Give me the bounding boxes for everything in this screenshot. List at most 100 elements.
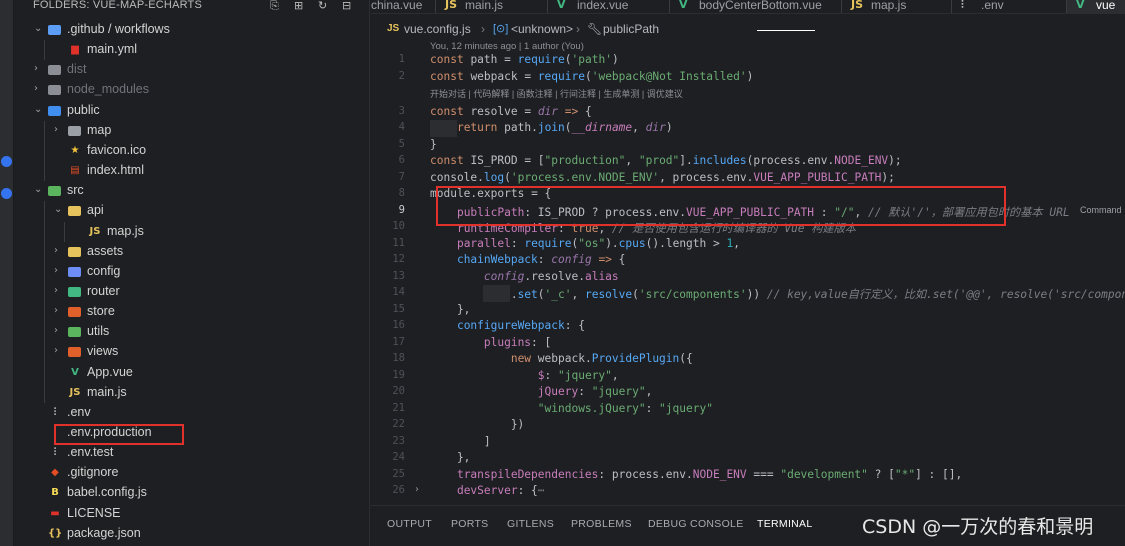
tab-6[interactable]: Vvue xyxy=(1066,0,1125,13)
source-control-badge-icon[interactable] xyxy=(1,156,12,167)
tree-folder[interactable]: › map xyxy=(14,121,370,141)
code-line[interactable]: 26 › devServer: {⋯ xyxy=(371,483,1125,500)
new-file-icon[interactable]: ⎘ xyxy=(270,0,279,13)
code-line[interactable]: 13 config.resolve.alias xyxy=(371,269,1125,286)
tree-item-label: .env xyxy=(67,404,91,419)
chevron-right-icon[interactable]: › xyxy=(54,305,58,316)
chevron-down-icon[interactable]: ⌄ xyxy=(54,204,62,215)
panel-tab-debug-console[interactable]: DEBUG CONSOLE xyxy=(648,518,744,530)
chevron-right-icon[interactable]: › xyxy=(54,265,58,276)
tree-folder[interactable]: ⌄ public xyxy=(14,101,370,121)
code-line[interactable]: 19 $: "jquery", xyxy=(371,368,1125,385)
chevron-right-icon[interactable]: › xyxy=(54,325,58,336)
chevron-down-icon[interactable]: ⌄ xyxy=(34,184,42,195)
tree-file[interactable]: ⫶ .env xyxy=(14,403,370,423)
breadcrumb-symbol2[interactable]: publicPath xyxy=(603,22,659,36)
tree-folder[interactable]: › views xyxy=(14,342,370,362)
code-line[interactable]: 14 .set('_c', resolve('src/components'))… xyxy=(371,285,1125,302)
tree-folder[interactable]: › node_modules xyxy=(14,80,370,100)
code-line[interactable]: 1 const path = require('path') xyxy=(371,52,1125,69)
tab-5[interactable]: ⫶ .env xyxy=(951,0,1066,13)
code-line[interactable]: 20 jQuery: "jquery", xyxy=(371,384,1125,401)
tab-label: china.vue xyxy=(371,0,423,12)
panel-tab-problems[interactable]: PROBLEMS xyxy=(571,518,632,530)
tree-file[interactable]: {} package.json xyxy=(14,524,370,544)
tree-folder[interactable]: › assets xyxy=(14,242,370,262)
tab-2[interactable]: Vindex.vue xyxy=(547,0,669,13)
tree-folder[interactable]: ⌄ api xyxy=(14,201,370,221)
tree-file[interactable]: ▤ index.html xyxy=(14,161,370,181)
code-text: } xyxy=(430,137,437,151)
breadcrumb-file[interactable]: vue.config.js xyxy=(404,22,471,36)
chevron-right-icon[interactable]: › xyxy=(34,63,38,74)
chevron-right-icon[interactable]: › xyxy=(54,124,58,135)
tree-folder[interactable]: ⌄ .github / workflows xyxy=(14,20,370,40)
breadcrumb-symbol1[interactable]: <unknown> xyxy=(511,22,573,36)
line-number: 15 xyxy=(392,302,405,315)
tree-file[interactable]: JS map.js xyxy=(14,222,370,242)
tree-folder[interactable]: › utils xyxy=(14,322,370,342)
code-line[interactable]: 7 console.log('process.env.NODE_ENV', pro… xyxy=(371,170,1125,187)
fold-chevron-icon[interactable]: › xyxy=(415,484,419,495)
tree-file[interactable]: ▆ main.yml xyxy=(14,40,370,60)
code-line[interactable]: 25 transpileDependencies: process.env.NO… xyxy=(371,467,1125,484)
code-line[interactable]: 16 configureWebpack: { xyxy=(371,318,1125,335)
folder-icon xyxy=(68,266,81,277)
refresh-icon[interactable]: ↻ xyxy=(318,0,327,12)
chevron-right-icon[interactable]: › xyxy=(34,83,38,94)
line-number: 19 xyxy=(392,368,405,381)
code-line[interactable]: 22 }) xyxy=(371,417,1125,434)
tree-file[interactable]: JS main.js xyxy=(14,383,370,403)
git-blame-info[interactable]: You, 12 minutes ago | 1 author (You) xyxy=(430,41,584,52)
tree-file[interactable]: ◆ .gitignore xyxy=(14,463,370,483)
code-editor[interactable]: 1 const path = require('path') 2 const webp… xyxy=(371,52,1125,504)
panel-tab-ports[interactable]: PORTS xyxy=(451,518,488,530)
new-folder-icon[interactable]: ⊞ xyxy=(294,0,303,12)
code-line[interactable]: 15 }, xyxy=(371,302,1125,319)
chevron-down-icon[interactable]: ⌄ xyxy=(34,104,42,115)
tree-item-label: index.html xyxy=(87,163,144,178)
panel-tab-gitlens[interactable]: GITLENS xyxy=(507,518,554,530)
code-line[interactable]: 3 const resolve = dir => { xyxy=(371,104,1125,121)
tab-0[interactable]: Vchina.vue xyxy=(371,0,435,13)
tree-file[interactable]: ⫶ .env.test xyxy=(14,443,370,463)
code-line[interactable]: 4 return path.join(__dirname, dir) xyxy=(371,120,1125,137)
tree-file[interactable]: ★ favicon.ico xyxy=(14,141,370,161)
tab-4[interactable]: JS map.js xyxy=(841,0,951,13)
code-line[interactable]: 24 }, xyxy=(371,450,1125,467)
chevron-right-icon[interactable]: › xyxy=(54,345,58,356)
panel-tab-output[interactable]: OUTPUT xyxy=(387,518,432,530)
chevron-right-icon[interactable]: › xyxy=(54,285,58,296)
chevron-down-icon[interactable]: ⌄ xyxy=(34,23,42,34)
code-text: "windows.jQuery": "jquery" xyxy=(537,401,713,415)
line-number: 12 xyxy=(392,253,405,265)
tab-3[interactable]: VbodyCenterBottom.vue xyxy=(669,0,841,13)
ai-codelens-actions[interactable]: 开始对话 | 代码解释 | 函数注释 | 行间注释 | 生成单测 | 调优建议 xyxy=(430,87,683,100)
editor-tabs: Vchina.vueJSmain.jsVindex.vueVbodyCenter… xyxy=(371,0,1125,14)
tree-file[interactable]: Bbabel.config.js xyxy=(14,483,370,503)
extensions-badge-icon[interactable] xyxy=(1,188,12,199)
tree-file[interactable]: ▬ LICENSE xyxy=(14,504,370,524)
code-line[interactable]: 6 const IS_PROD = ["production", "prod"].… xyxy=(371,153,1125,170)
code-line[interactable]: 5} xyxy=(371,137,1125,154)
code-line[interactable]: 2 const webpack = require('webpack@Not In… xyxy=(371,69,1125,86)
code-line[interactable]: 11 parallel: require("os").cpus().length… xyxy=(371,236,1125,253)
line-number: 1 xyxy=(398,53,405,65)
tree-folder[interactable]: › router xyxy=(14,282,370,302)
tree-folder[interactable]: › store xyxy=(14,302,370,322)
line-number: 10 xyxy=(392,220,405,232)
chevron-right-icon[interactable]: › xyxy=(54,245,58,256)
tab-1[interactable]: JS main.js xyxy=(435,0,547,13)
code-line[interactable]: 12 chainWebpack: config => { xyxy=(371,252,1125,269)
line-number: 17 xyxy=(392,335,405,348)
code-line[interactable]: 18 new webpack.ProvidePlugin({ xyxy=(371,351,1125,368)
tree-folder[interactable]: ⌄ src xyxy=(14,181,370,201)
code-line[interactable]: 23 ] xyxy=(371,434,1125,451)
tree-folder[interactable]: › dist xyxy=(14,60,370,80)
code-line[interactable]: 21 "windows.jQuery": "jquery" xyxy=(371,401,1125,418)
collapse-all-icon[interactable]: ⊟ xyxy=(342,0,351,12)
tree-file[interactable]: V App.vue xyxy=(14,363,370,383)
tree-folder[interactable]: › config xyxy=(14,262,370,282)
panel-tab-terminal[interactable]: TERMINAL xyxy=(757,518,813,530)
code-line[interactable]: 17 plugins: [ xyxy=(371,335,1125,352)
